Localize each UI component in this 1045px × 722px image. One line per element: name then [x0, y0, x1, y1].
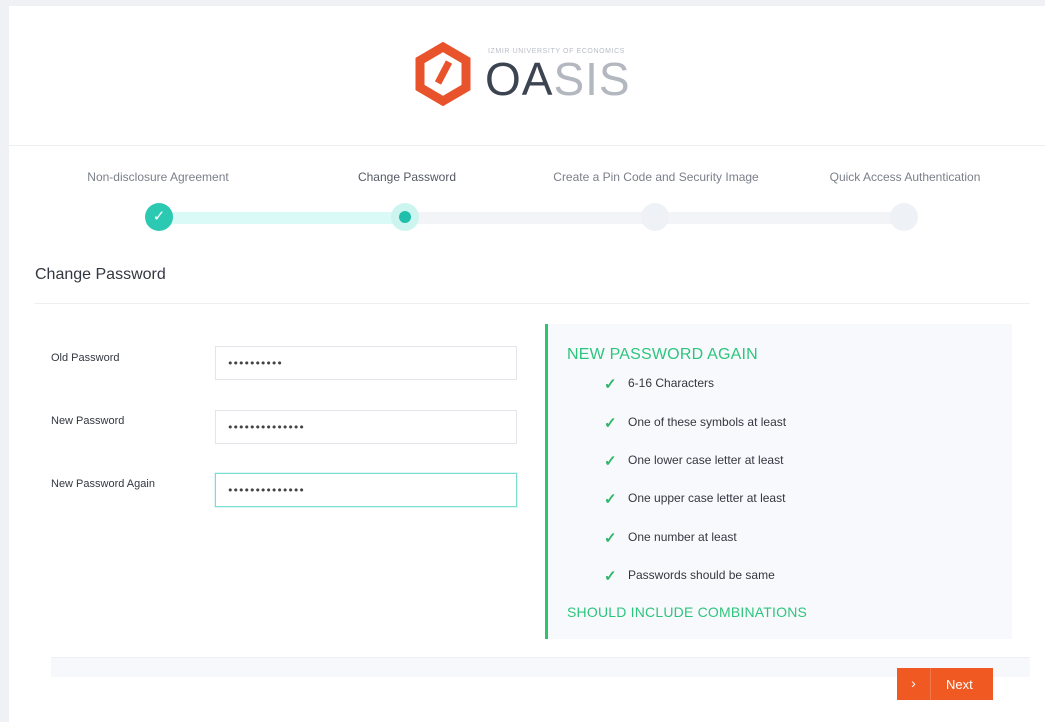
progress-stepper: Non-disclosure Agreement Change Password… [9, 146, 1045, 256]
app-name: OASIS [485, 54, 631, 104]
new-password-again-label: New Password Again [51, 478, 155, 490]
new-password-again-field[interactable] [215, 473, 517, 507]
check-icon: ✓ [604, 376, 617, 393]
check-icon: ✓ [604, 568, 617, 585]
step-label-pin-code: Create a Pin Code and Security Image [553, 170, 759, 184]
footer-bar [51, 657, 1030, 677]
current-step-indicator [399, 211, 411, 223]
step-label-change-password: Change Password [357, 170, 457, 184]
step-done-check-icon: ✓ [145, 203, 173, 231]
step-current-dot [391, 203, 419, 231]
check-icon: ✓ [604, 491, 617, 508]
new-password-label: New Password [51, 415, 125, 427]
header: IZMIR UNIVERSITY OF ECONOMICS OASIS [9, 6, 1045, 146]
rule-text: 6-16 Characters [628, 376, 715, 390]
step-label-nda: Non-disclosure Agreement [87, 170, 229, 184]
next-button-label: Next [946, 677, 973, 692]
old-password-field[interactable] [215, 346, 517, 380]
check-icon: ✓ [604, 453, 617, 470]
chevron-right-icon: › [897, 668, 931, 700]
app-name-part1: OA [485, 53, 554, 105]
check-icon: ✓ [604, 530, 617, 547]
hexagon-logo-icon [415, 42, 471, 106]
stepper-track-progress [161, 212, 405, 224]
password-rules-panel: NEW PASSWORD AGAIN ✓ 6-16 Characters ✓ O… [545, 324, 1012, 639]
rule-text: One upper case letter at least [628, 491, 786, 505]
step-label-quick-access: Quick Access Authentication [829, 170, 981, 184]
new-password-field[interactable] [215, 410, 517, 444]
rule-text: One number at least [628, 530, 737, 544]
old-password-label: Old Password [51, 352, 120, 364]
app-name-part2: SIS [553, 53, 631, 105]
divider [35, 303, 1030, 304]
rules-title: NEW PASSWORD AGAIN [567, 346, 758, 363]
rule-text: Passwords should be same [628, 568, 775, 582]
check-icon: ✓ [604, 415, 617, 432]
next-button[interactable]: › Next [897, 668, 993, 700]
step-pending-dot [641, 203, 669, 231]
rules-footer: SHOULD INCLUDE COMBINATIONS [567, 604, 808, 620]
rule-text: One lower case letter at least [628, 453, 784, 467]
page: IZMIR UNIVERSITY OF ECONOMICS OASIS Non-… [9, 6, 1045, 722]
step-pending-dot [890, 203, 918, 231]
rule-text: One of these symbols at least [628, 415, 787, 429]
page-title: Change Password [35, 266, 166, 283]
